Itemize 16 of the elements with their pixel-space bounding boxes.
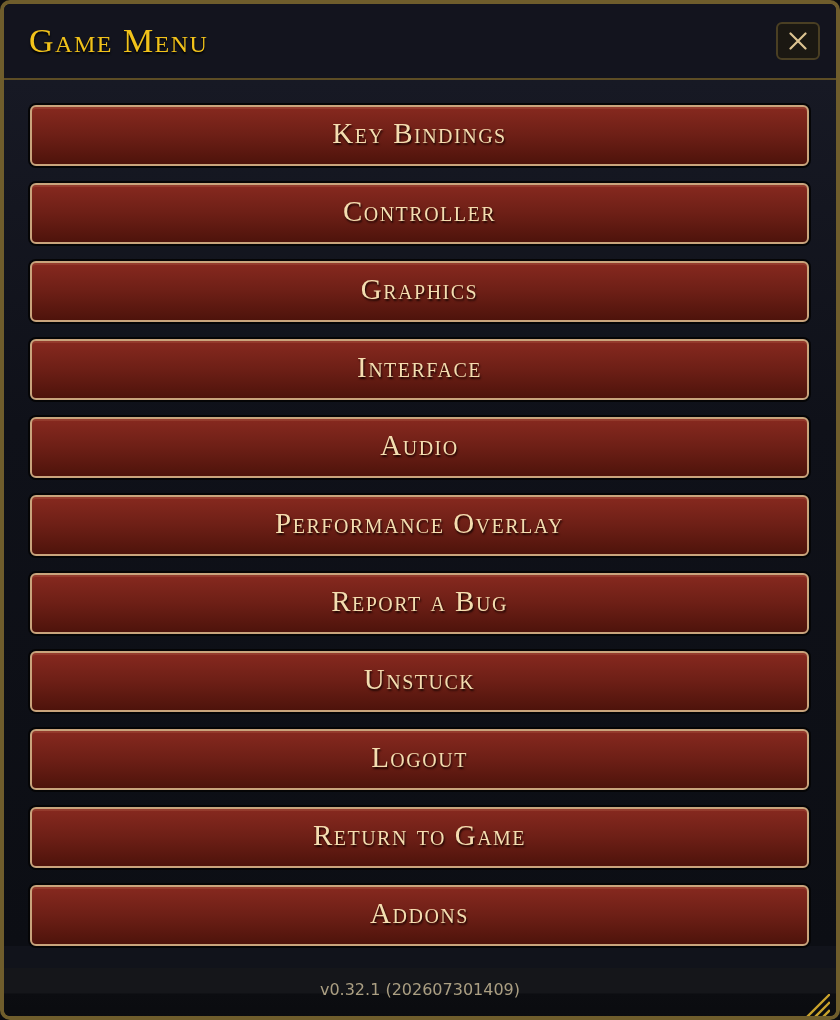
menu-button[interactable]: Unstuck	[30, 651, 809, 712]
close-icon	[789, 32, 807, 50]
menu-button[interactable]: Graphics	[30, 261, 809, 322]
window-title: Game Menu	[29, 22, 209, 60]
menu-button[interactable]: Audio	[30, 417, 809, 478]
menu-button[interactable]: Logout	[30, 729, 809, 790]
menu-button[interactable]: Return to Game	[30, 807, 809, 868]
menu-button[interactable]: Performance Overlay	[30, 495, 809, 556]
close-button[interactable]	[776, 22, 820, 60]
version-text: v0.32.1 (202607301409)	[319, 979, 521, 1001]
menu-button[interactable]: Controller	[30, 183, 809, 244]
menu-button[interactable]: Addons	[30, 885, 809, 946]
menu-button[interactable]: Interface	[30, 339, 809, 400]
resize-grip-icon[interactable]	[806, 994, 830, 1016]
menu-button[interactable]: Report a Bug	[30, 573, 809, 634]
menu-button[interactable]: Key Bindings	[30, 105, 809, 166]
